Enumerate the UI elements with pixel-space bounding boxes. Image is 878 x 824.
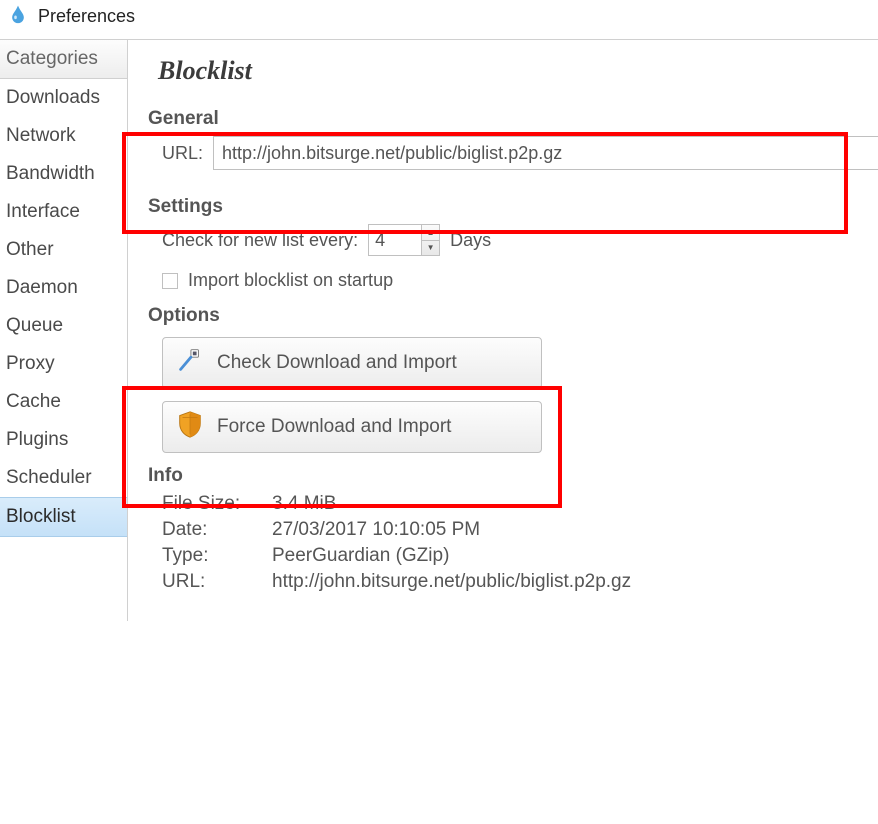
- sidebar-item-blocklist[interactable]: Blocklist: [0, 497, 127, 537]
- window-titlebar: Preferences: [0, 0, 878, 39]
- spinner-up-icon[interactable]: ▲: [422, 225, 439, 241]
- sidebar-item-queue[interactable]: Queue: [0, 307, 127, 345]
- general-heading: General: [148, 108, 878, 130]
- info-file-size-label: File Size:: [162, 493, 272, 515]
- info-heading: Info: [148, 465, 878, 487]
- url-label: URL:: [162, 143, 203, 164]
- sidebar-item-proxy[interactable]: Proxy: [0, 345, 127, 383]
- check-every-label: Check for new list every:: [162, 230, 358, 251]
- sidebar-item-scheduler[interactable]: Scheduler: [0, 459, 127, 497]
- check-every-value[interactable]: [369, 225, 421, 255]
- sidebar-header: Categories: [0, 40, 127, 79]
- import-startup-label: Import blocklist on startup: [188, 270, 393, 291]
- info-date-value: 27/03/2017 10:10:05 PM: [272, 519, 878, 541]
- deluge-icon: [8, 4, 28, 29]
- sidebar-item-bandwidth[interactable]: Bandwidth: [0, 155, 127, 193]
- shield-icon: [175, 409, 205, 445]
- preferences-content: Blocklist General URL: Settings Check fo…: [128, 40, 878, 621]
- general-section: General URL:: [144, 108, 878, 184]
- page-title: Blocklist: [158, 56, 878, 86]
- sidebar-item-other[interactable]: Other: [0, 231, 127, 269]
- spinner-down-icon[interactable]: ▼: [422, 241, 439, 256]
- import-startup-checkbox[interactable]: [162, 273, 178, 289]
- info-url-value: http://john.bitsurge.net/public/biglist.…: [272, 571, 878, 593]
- sidebar-item-network[interactable]: Network: [0, 117, 127, 155]
- check-download-import-label: Check Download and Import: [217, 352, 457, 374]
- check-every-spinner[interactable]: ▲ ▼: [368, 224, 440, 256]
- settings-heading: Settings: [148, 196, 878, 218]
- check-every-unit: Days: [450, 230, 491, 251]
- check-download-import-button[interactable]: Check Download and Import: [162, 337, 542, 389]
- sidebar-item-interface[interactable]: Interface: [0, 193, 127, 231]
- categories-sidebar: Categories Downloads Network Bandwidth I…: [0, 40, 128, 621]
- force-download-import-button[interactable]: Force Download and Import: [162, 401, 542, 453]
- window-title: Preferences: [38, 6, 135, 27]
- info-file-size-value: 3.4 MiB: [272, 493, 878, 515]
- info-url-label: URL:: [162, 571, 272, 593]
- sidebar-item-downloads[interactable]: Downloads: [0, 79, 127, 117]
- info-type-value: PeerGuardian (GZip): [272, 545, 878, 567]
- info-date-label: Date:: [162, 519, 272, 541]
- url-input[interactable]: [213, 136, 878, 170]
- settings-section: Settings Check for new list every: ▲ ▼ D…: [144, 196, 878, 291]
- sidebar-item-cache[interactable]: Cache: [0, 383, 127, 421]
- wand-icon: [175, 345, 205, 381]
- info-type-label: Type:: [162, 545, 272, 567]
- options-heading: Options: [148, 305, 878, 327]
- sidebar-item-daemon[interactable]: Daemon: [0, 269, 127, 307]
- options-section: Options Check Download and Import: [144, 305, 878, 453]
- info-section: Info File Size: 3.4 MiB Date: 27/03/2017…: [144, 465, 878, 593]
- force-download-import-label: Force Download and Import: [217, 416, 451, 438]
- sidebar-item-plugins[interactable]: Plugins: [0, 421, 127, 459]
